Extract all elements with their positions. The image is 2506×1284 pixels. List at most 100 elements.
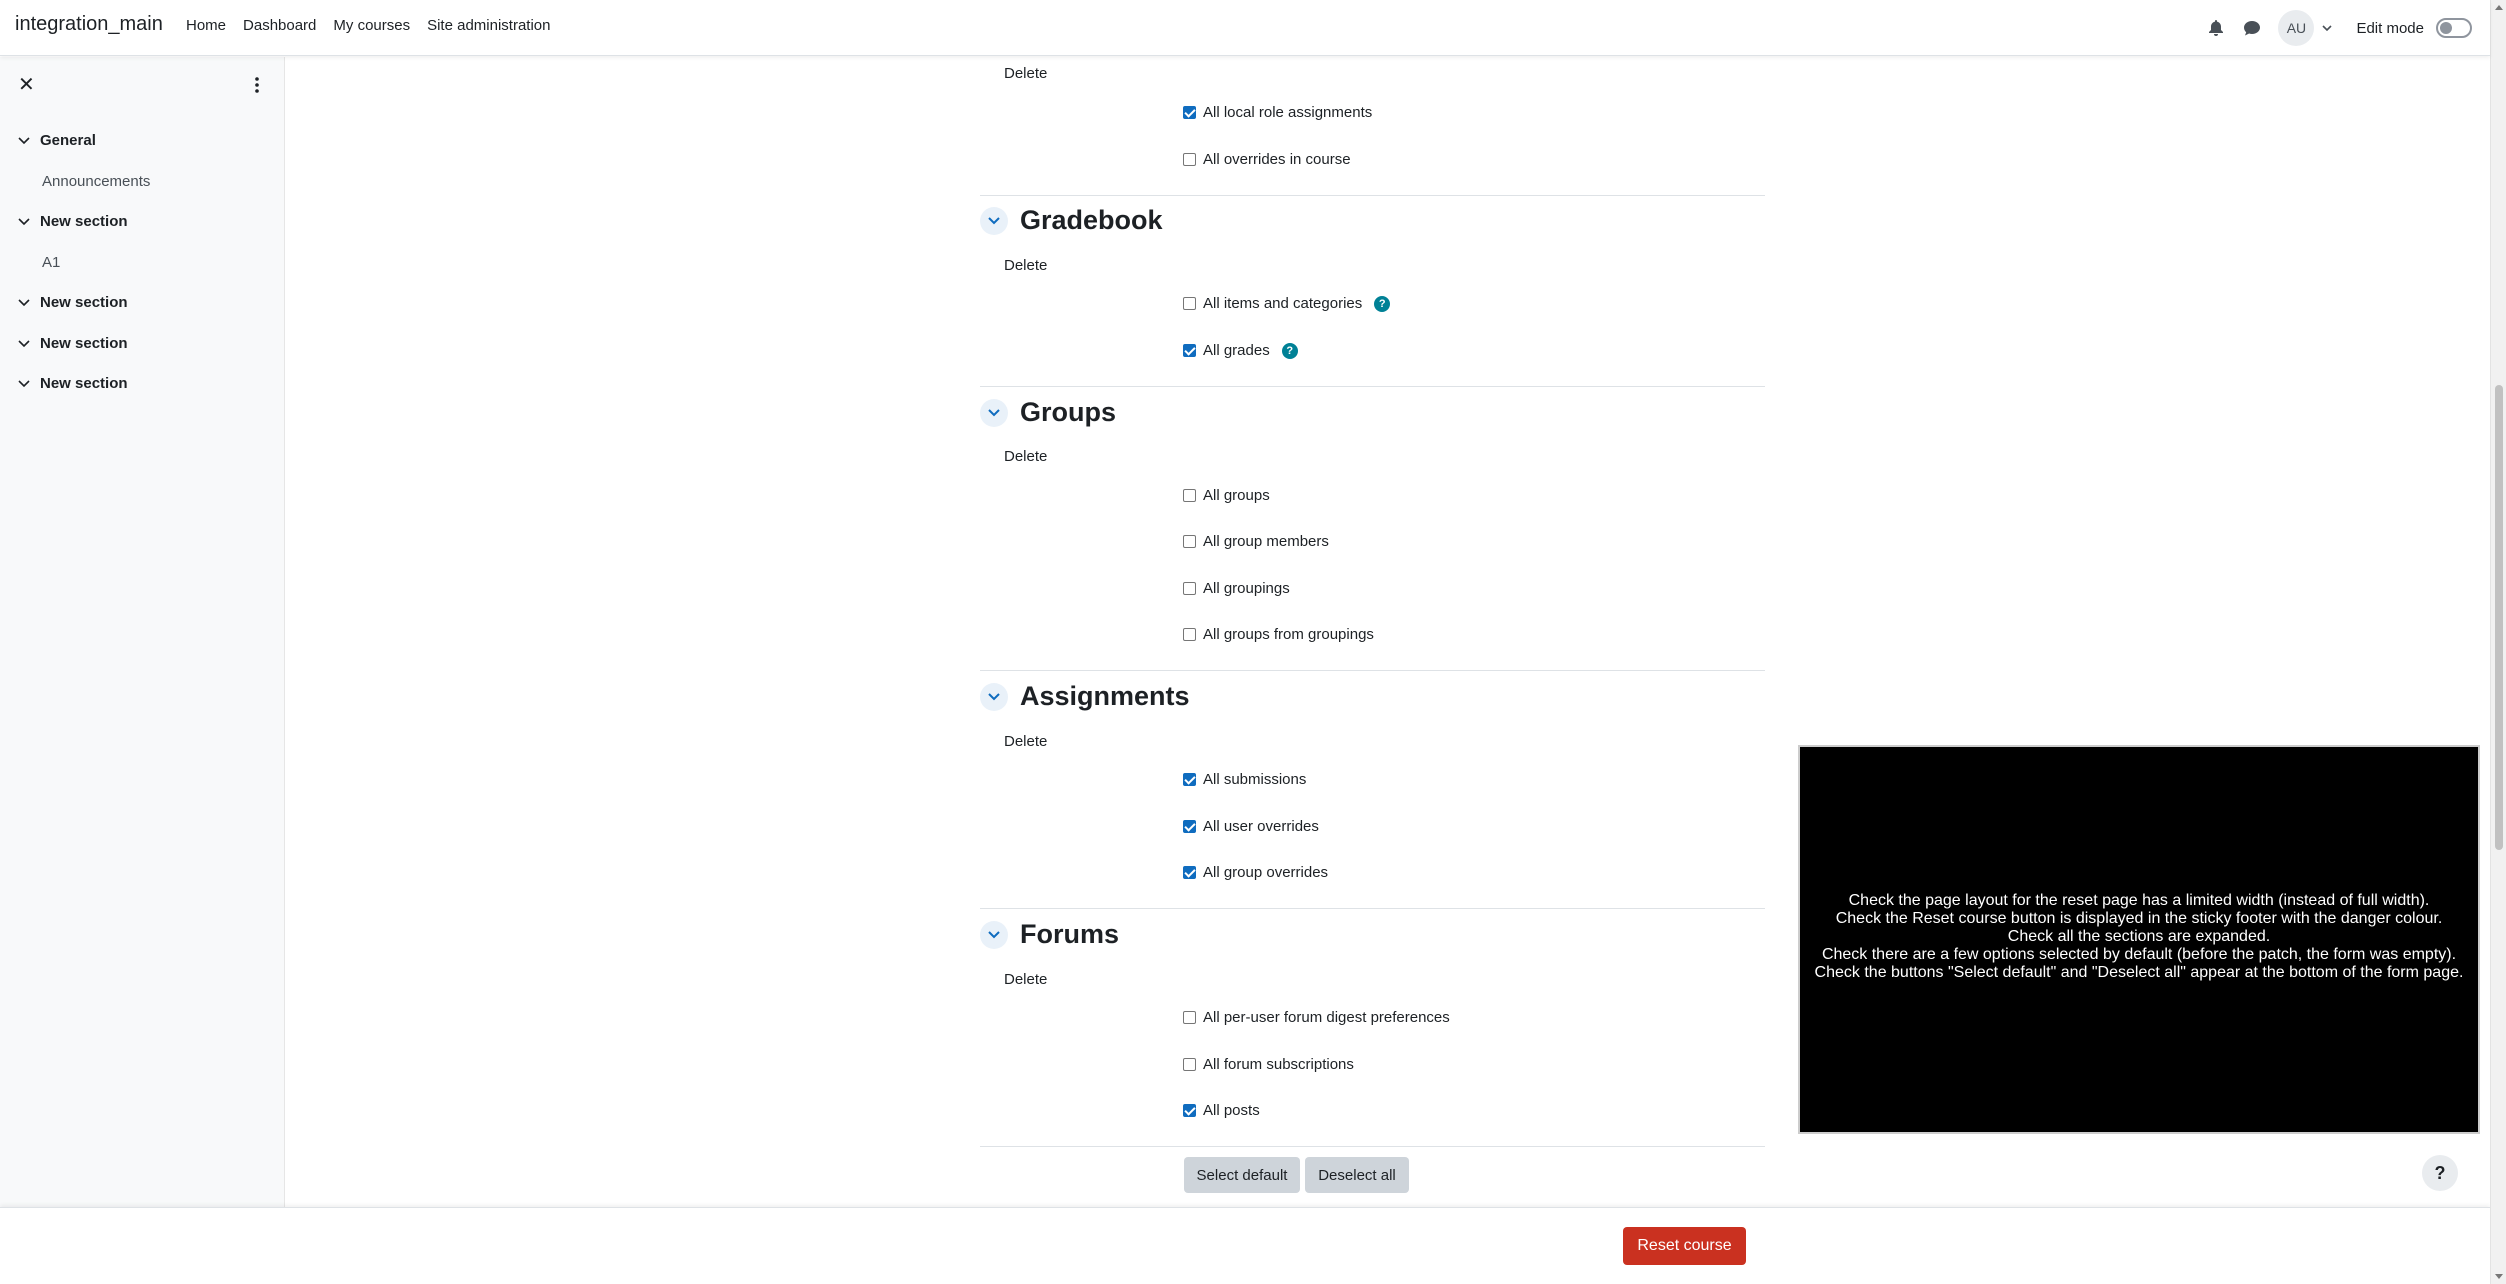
nav-link-home[interactable]: Home: [186, 17, 226, 34]
checkbox-label: All items and categories: [1203, 295, 1363, 312]
checkbox-label: All group overrides: [1203, 864, 1329, 881]
checkbox-label: All grades: [1203, 342, 1270, 359]
deselect-all-button[interactable]: Deselect all: [1305, 1157, 1409, 1193]
page-scrollbar[interactable]: [2490, 0, 2506, 1284]
checkbox-label: All local role assignments: [1203, 104, 1373, 121]
checkbox[interactable]: [1183, 106, 1196, 119]
checkbox-row[interactable]: All groups: [1183, 487, 1270, 504]
checkbox[interactable]: [1183, 582, 1196, 595]
help-icon[interactable]: ?: [1374, 295, 1391, 312]
checkbox-row[interactable]: All group members: [1183, 533, 1329, 550]
scroll-down-icon[interactable]: [2495, 1274, 2503, 1279]
navbar: integration_main Home Dashboard My cours…: [0, 0, 2490, 56]
chevron-down-icon[interactable]: [18, 136, 32, 145]
checkbox-row[interactable]: All groupings: [1183, 580, 1290, 597]
course-index-section[interactable]: New section: [18, 213, 128, 230]
course-index-section[interactable]: New section: [18, 335, 128, 352]
checkbox-label: All forum subscriptions: [1203, 1056, 1354, 1073]
checkbox-row[interactable]: All group overrides: [1183, 864, 1328, 881]
help-button[interactable]: ?: [2422, 1155, 2458, 1191]
checkbox-row[interactable]: All overrides in course: [1183, 151, 1351, 168]
checkbox[interactable]: [1183, 1011, 1196, 1024]
section-divider: [980, 670, 1765, 671]
section-divider: [980, 386, 1765, 387]
checkbox[interactable]: [1183, 297, 1196, 310]
course-index-section[interactable]: New section: [18, 375, 128, 392]
course-index-section[interactable]: New section: [18, 294, 128, 311]
checkbox-row[interactable]: All items and categories ?: [1183, 295, 1391, 312]
section-title: Groups: [1020, 397, 1117, 427]
section-header-assignments[interactable]: Assignments: [980, 681, 1190, 712]
chevron-down-icon[interactable]: [980, 206, 1008, 235]
edit-mode-toggle[interactable]: [2436, 18, 2472, 38]
chevron-down-icon[interactable]: [18, 379, 32, 388]
checkbox-row[interactable]: All groups from groupings: [1183, 626, 1374, 643]
instruction-line: Check the page layout for the reset page…: [1848, 892, 2430, 909]
test-instructions-overlay: Check the page layout for the reset page…: [1798, 745, 2480, 1134]
instruction-line: Check the buttons "Select default" and "…: [1814, 964, 2464, 981]
nav-link-my-courses[interactable]: My courses: [333, 17, 410, 34]
section-header-forums[interactable]: Forums: [980, 919, 1119, 950]
section-divider: [980, 1146, 1765, 1147]
checkbox-label: All groups from groupings: [1203, 626, 1374, 643]
scrollbar-thumb[interactable]: [2495, 385, 2503, 850]
delete-label: Delete: [1004, 448, 1048, 465]
course-index-section-label: New section: [40, 294, 128, 311]
nav-link-site-administration[interactable]: Site administration: [427, 17, 550, 34]
checkbox[interactable]: [1183, 628, 1196, 641]
checkbox[interactable]: [1183, 489, 1196, 502]
course-index-activity-label: Announcements: [42, 173, 151, 190]
chevron-down-icon[interactable]: [2322, 25, 2333, 31]
course-index-drawer: ✕ General Announcements New section A1 N…: [0, 57, 285, 1207]
checkbox[interactable]: [1183, 1104, 1196, 1117]
course-index-section-general[interactable]: General: [18, 132, 96, 149]
checkbox[interactable]: [1183, 535, 1196, 548]
checkbox-row[interactable]: All per-user forum digest preferences: [1183, 1009, 1450, 1026]
kebab-icon[interactable]: [255, 77, 259, 98]
close-icon[interactable]: ✕: [18, 75, 35, 95]
checkbox[interactable]: [1183, 344, 1196, 357]
checkbox-row[interactable]: All local role assignments: [1183, 104, 1372, 121]
chevron-down-icon[interactable]: [18, 217, 32, 226]
avatar[interactable]: AU: [2278, 10, 2315, 46]
chat-icon[interactable]: [2242, 18, 2262, 38]
section-header-gradebook[interactable]: Gradebook: [980, 205, 1163, 236]
course-index-activity-a1[interactable]: A1: [42, 254, 60, 271]
primary-navigation: Home Dashboard My courses Site administr…: [186, 17, 568, 34]
checkbox-label: All overrides in course: [1203, 151, 1351, 168]
checkbox-label: All groupings: [1203, 580, 1290, 597]
help-icon[interactable]: ?: [1281, 342, 1298, 359]
site-brand[interactable]: integration_main: [15, 13, 163, 36]
scroll-up-icon[interactable]: [2495, 5, 2503, 10]
checkbox-row[interactable]: All submissions: [1183, 771, 1306, 788]
checkbox-label: All submissions: [1203, 771, 1307, 788]
section-header-groups[interactable]: Groups: [980, 397, 1116, 428]
checkbox[interactable]: [1183, 820, 1196, 833]
checkbox-row[interactable]: All posts: [1183, 1102, 1260, 1119]
checkbox[interactable]: [1183, 153, 1196, 166]
checkbox-label: All user overrides: [1203, 818, 1319, 835]
nav-link-dashboard[interactable]: Dashboard: [243, 17, 316, 34]
select-default-button[interactable]: Select default: [1184, 1157, 1300, 1193]
section-title: Gradebook: [1020, 205, 1163, 235]
reset-course-button[interactable]: Reset course: [1623, 1227, 1746, 1265]
checkbox-row[interactable]: All grades ?: [1183, 342, 1298, 359]
checkbox-label: All per-user forum digest preferences: [1203, 1009, 1450, 1026]
bell-icon[interactable]: [2206, 18, 2226, 38]
checkbox[interactable]: [1183, 773, 1196, 786]
delete-label: Delete: [1004, 733, 1048, 750]
checkbox[interactable]: [1183, 866, 1196, 879]
chevron-down-icon[interactable]: [980, 398, 1008, 427]
chevron-down-icon[interactable]: [980, 920, 1008, 949]
chevron-down-icon[interactable]: [18, 339, 32, 348]
checkbox[interactable]: [1183, 1058, 1196, 1071]
course-index-activity-announcements[interactable]: Announcements: [42, 173, 150, 190]
course-index-section-label: New section: [40, 213, 128, 230]
checkbox-row[interactable]: All user overrides: [1183, 818, 1319, 835]
section-title: Forums: [1020, 919, 1120, 949]
instruction-line: Check all the sections are expanded.: [2007, 928, 2271, 945]
checkbox-row[interactable]: All forum subscriptions: [1183, 1056, 1354, 1073]
chevron-down-icon[interactable]: [18, 298, 32, 307]
navbar-user-area: AU Edit mode: [2206, 10, 2472, 46]
chevron-down-icon[interactable]: [980, 682, 1008, 711]
